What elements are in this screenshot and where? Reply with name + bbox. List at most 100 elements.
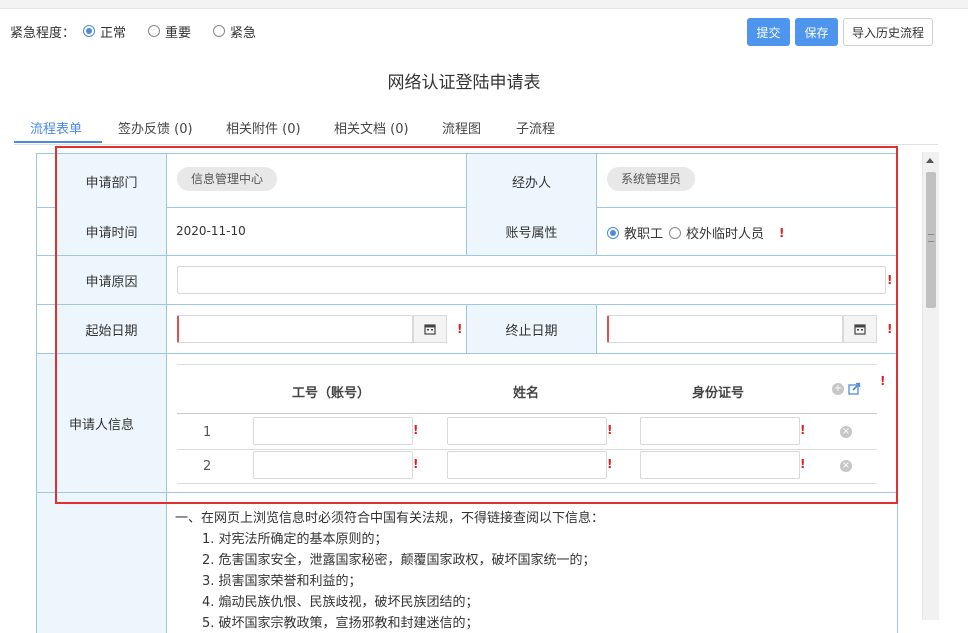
grip-icon [928,234,934,242]
tab-feedback[interactable]: 签办反馈 (0) [118,118,193,137]
notice-item: 2. 危害国家安全，泄露国家秘密，颠覆国家政权，破坏国家统一的； [202,553,596,568]
cell-divider [596,305,597,353]
scroll-up-arrow-icon[interactable] [926,158,934,163]
edit-icon[interactable] [848,382,861,395]
required-mark: ! [607,457,613,471]
end-date-input[interactable] [607,315,843,343]
department-label: 申请部门 [57,154,166,208]
form-row-dates: 起始日期 ! 终止日期 ! [37,305,897,354]
cell-divider [166,256,167,304]
department-value-tag: 信息管理中心 [177,167,278,191]
table-rule [177,413,877,414]
row-name-input[interactable] [447,451,607,479]
apply-time-value: 2020-11-10 [176,224,246,238]
tab-attachments[interactable]: 相关附件 (0) [226,118,301,137]
table-rule [177,364,877,365]
submit-button[interactable]: 提交 [747,18,790,46]
import-history-button[interactable]: 导入历史流程 [843,18,933,46]
handler-label: 经办人 [467,154,596,208]
reason-label: 申请原因 [57,256,166,304]
row-id-input[interactable] [253,451,413,479]
form-content: 申请部门 信息管理中心 经办人 系统管理员 申请时间 2020-11-10 账号… [36,153,898,633]
tab-documents[interactable]: 相关文档 (0) [334,118,409,137]
required-mark: ! [880,374,886,388]
radio-checked-icon[interactable] [607,226,619,239]
form-row-department: 申请部门 信息管理中心 经办人 系统管理员 [37,153,897,208]
row-id-card-input[interactable] [640,417,800,445]
browser-top-strip [0,0,968,9]
end-date-calendar-button[interactable] [843,315,877,343]
column-header-id-card: 身份证号 [692,386,745,401]
table-rule [177,483,877,484]
save-button[interactable]: 保存 [795,18,838,46]
tab-flow-form[interactable]: 流程表单 [30,118,82,137]
notice-label-cell [37,493,166,633]
table-rule [177,449,877,450]
tab-sub-flow[interactable]: 子流程 [516,118,555,137]
radio-checked-icon[interactable] [83,25,96,37]
required-mark: ! [607,423,613,437]
account-type-option-label: 教职工 [624,227,664,242]
notice-item: 1. 对宪法所确定的基本原则的； [202,532,388,547]
radio-unchecked-icon[interactable] [213,25,226,37]
vertical-scrollbar[interactable] [922,152,939,620]
row-name-input[interactable] [447,417,607,445]
column-header-name: 姓名 [513,386,540,401]
handler-value-tag: 系统管理员 [607,167,696,191]
required-mark: ! [887,322,893,336]
notice-item: 5. 破坏国家宗教政策，宣扬邪教和封建迷信的； [202,616,479,631]
cell-divider [166,305,167,353]
required-mark: ! [800,423,806,437]
row-index: 2 [203,459,212,474]
scrollbar-thumb[interactable] [926,172,936,308]
cell-divider [166,208,167,255]
account-type-label: 账号属性 [467,208,596,255]
end-date-label: 终止日期 [467,305,596,353]
urgency-option-normal[interactable]: 正常 [83,22,126,41]
required-mark: ! [800,457,806,471]
start-date-calendar-button[interactable] [413,315,447,343]
reason-input[interactable] [177,266,886,294]
tab-flow-chart[interactable]: 流程图 [442,118,481,137]
applicant-info-label: 申请人信息 [37,354,166,492]
account-type-options: 教职工 校外临时人员 [607,223,770,242]
cell-divider [596,208,597,255]
start-date-input[interactable] [177,315,413,343]
calendar-icon [854,324,866,335]
form-row-apply-time: 申请时间 2020-11-10 账号属性 教职工 校外临时人员 ! [37,208,897,256]
cell-divider [166,354,167,492]
urgency-option-label: 正常 [100,25,127,41]
required-mark: ! [779,226,785,240]
notice-item: 3. 损害国家荣誉和利益的； [202,574,362,589]
row-id-card-input[interactable] [640,451,800,479]
form-row-applicant-info: 申请人信息 工号（账号） 姓名 身份证号 + ! 1 ! ! ! × 2 ! !… [37,354,897,493]
urgency-option-important[interactable]: 重要 [148,22,191,41]
tab-bar: 流程表单 签办反馈 (0) 相关附件 (0) 相关文档 (0) 流程图 子流程 [14,112,938,145]
required-mark: ! [457,322,463,336]
form-row-notice: 一、在网页上浏览信息时必须符合中国有关法规，不得链接查阅以下信息： 1. 对宪法… [37,493,897,633]
delete-row-icon[interactable]: × [840,460,852,472]
urgency-selector: 紧急程度： 正常 重要 紧急 [10,20,278,42]
cell-divider [166,154,167,208]
urgency-label: 紧急程度： [10,25,76,41]
row-id-input[interactable] [253,417,413,445]
column-header-id: 工号（账号） [292,386,371,401]
account-type-temporary[interactable]: 校外临时人员 [669,223,764,242]
account-type-staff[interactable]: 教职工 [607,223,663,242]
radio-unchecked-icon[interactable] [148,25,161,37]
delete-row-icon[interactable]: × [840,426,852,438]
urgency-option-urgent[interactable]: 紧急 [213,22,256,41]
required-mark: ! [413,423,419,437]
notice-heading: 一、在网页上浏览信息时必须符合中国有关法规，不得链接查阅以下信息： [175,511,605,526]
calendar-icon [424,324,436,335]
add-row-icon[interactable]: + [832,383,844,395]
cell-divider [596,154,597,208]
applicant-table: 工号（账号） 姓名 身份证号 + ! 1 ! ! ! × 2 ! ! ! × [177,364,885,484]
required-mark: ! [887,273,893,287]
form-title: 网络认证登陆申请表 [387,73,541,93]
account-type-option-label: 校外临时人员 [686,227,765,242]
active-tab-indicator [14,141,102,143]
radio-unchecked-icon[interactable] [669,226,682,239]
start-date-label: 起始日期 [57,305,166,353]
apply-time-label: 申请时间 [57,208,166,255]
